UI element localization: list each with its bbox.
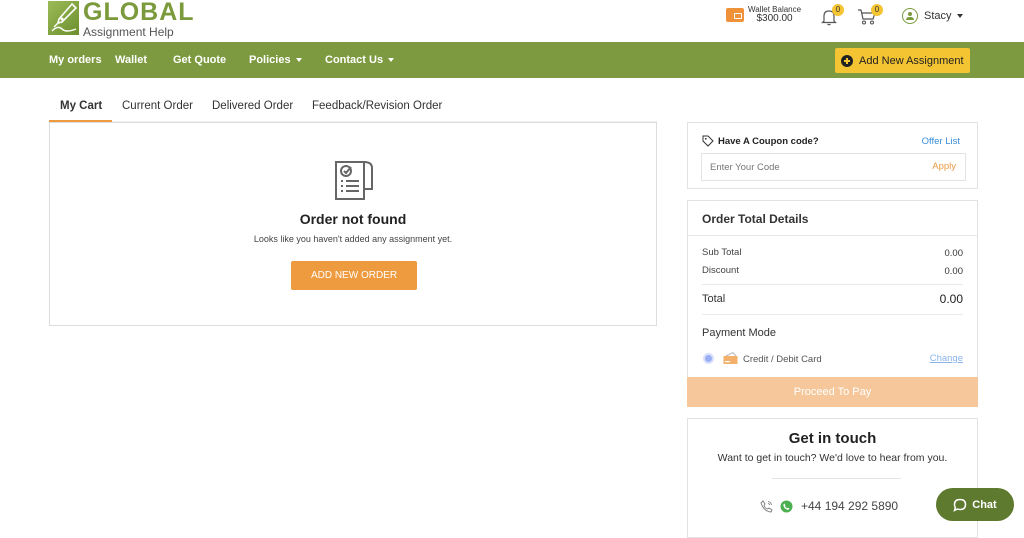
credit-card-icon [723, 352, 738, 364]
chevron-down-icon [388, 58, 395, 63]
wallet-balance[interactable]: Wallet Balance $300.00 [726, 5, 801, 25]
nav-get-quote[interactable]: Get Quote [173, 42, 226, 78]
user-avatar-icon [902, 8, 918, 24]
payment-mode-label: Payment Mode [702, 327, 776, 339]
cart-count-badge: 0 [871, 4, 883, 16]
contact-subtitle: Want to get in touch? We'd love to hear … [717, 452, 948, 464]
offer-list-link[interactable]: Offer List [922, 136, 960, 147]
add-new-order-button[interactable]: ADD NEW ORDER [291, 261, 417, 290]
chevron-down-icon [956, 14, 963, 18]
wallet-icon [726, 8, 744, 23]
top-header: GLOBAL Assignment Help Wallet Balance $3… [0, 0, 1024, 42]
total-value: 0.00 [939, 292, 963, 306]
whatsapp-icon [780, 500, 793, 512]
chat-label: Chat [972, 498, 997, 511]
payment-method-label: Credit / Debit Card [743, 354, 822, 365]
tab-feedback-revision-order[interactable]: Feedback/Revision Order [312, 92, 442, 121]
plus-circle-icon [841, 54, 853, 67]
nav-wallet[interactable]: Wallet [115, 42, 147, 78]
add-new-assignment-button[interactable]: Add New Assignment [835, 48, 970, 73]
add-new-assignment-label: Add New Assignment [859, 54, 964, 67]
empty-state-subtitle: Looks like you haven't added any assignm… [253, 234, 453, 244]
nav-contact-us[interactable]: Contact Us [325, 42, 395, 78]
tab-label: My Cart [60, 100, 103, 112]
order-total-card: Order Total Details Sub Total 0.00 Disco… [687, 200, 978, 407]
nav-label: Contact Us [325, 54, 384, 66]
phone-number: +44 194 292 5890 [801, 499, 899, 513]
sub-total-label: Sub Total [702, 247, 742, 258]
change-payment-link[interactable]: Change [930, 353, 963, 364]
divider [688, 235, 977, 236]
divider [702, 314, 963, 315]
tab-label: Current Order [122, 100, 193, 112]
divider [772, 478, 901, 479]
brand-logo[interactable]: GLOBAL Assignment Help [48, 0, 195, 38]
tag-icon [702, 135, 714, 147]
tab-current-order[interactable]: Current Order [122, 92, 193, 121]
pen-nib-logo-icon [48, 1, 79, 35]
divider [702, 284, 963, 285]
order-tabs: My Cart Current Order Delivered Order Fe… [49, 92, 657, 126]
receipt-icon [335, 161, 373, 200]
coupon-code-input[interactable] [701, 153, 966, 181]
apply-coupon-button[interactable]: Apply [932, 161, 956, 172]
chat-bubble-icon [953, 498, 967, 512]
phone-icon [760, 499, 773, 512]
notification-count-badge: 0 [832, 4, 844, 16]
sub-total-value: 0.00 [944, 248, 964, 259]
tab-my-cart[interactable]: My Cart [60, 92, 102, 121]
coupon-heading-text: Have A Coupon code? [718, 135, 819, 147]
user-name: Stacy [924, 10, 952, 22]
total-label: Total [702, 293, 726, 305]
nav-label: Get Quote [173, 54, 227, 66]
nav-label: My orders [49, 54, 102, 66]
coupon-card: Have A Coupon code? Offer List Apply [687, 122, 978, 189]
coupon-heading: Have A Coupon code? [702, 135, 819, 147]
contact-card: Get in touch Want to get in touch? We'd … [687, 418, 978, 538]
chat-button[interactable]: Chat [936, 488, 1014, 521]
nav-label: Policies [249, 54, 291, 66]
contact-title: Get in touch [788, 430, 877, 447]
wallet-amount: $300.00 [756, 13, 793, 25]
cart-panel: Order not found Looks like you haven't a… [49, 122, 657, 326]
contact-phone[interactable]: +44 194 292 5890 [760, 499, 898, 513]
brand-title: GLOBAL [83, 0, 195, 26]
tab-delivered-order[interactable]: Delivered Order [212, 92, 293, 121]
discount-value: 0.00 [944, 266, 964, 277]
nav-my-orders[interactable]: My orders [49, 42, 102, 78]
discount-label: Discount [702, 265, 739, 276]
nav-label: Wallet [115, 54, 147, 66]
tab-label: Feedback/Revision Order [312, 100, 443, 112]
order-total-title: Order Total Details [702, 212, 809, 226]
empty-state-title: Order not found [299, 211, 407, 227]
brand-subtitle: Assignment Help [83, 25, 174, 39]
main-nav: My orders Wallet Get Quote Policies Cont… [0, 42, 1024, 78]
tab-label: Delivered Order [212, 100, 294, 112]
chevron-down-icon [295, 58, 302, 63]
payment-method-radio[interactable] [703, 353, 714, 364]
nav-policies[interactable]: Policies [249, 42, 302, 78]
proceed-to-pay-button[interactable]: Proceed To Pay [687, 377, 978, 407]
user-menu[interactable]: Stacy [902, 8, 963, 24]
